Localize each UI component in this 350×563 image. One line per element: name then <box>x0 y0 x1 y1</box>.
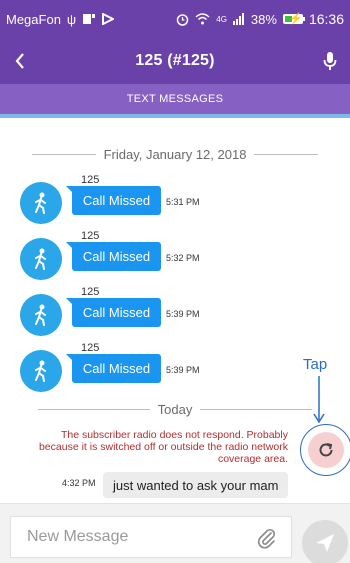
paperclip-icon <box>258 528 276 549</box>
carrier-name: MegaFon <box>6 11 61 27</box>
message-bubble[interactable]: Call Missed <box>66 242 161 271</box>
alarm-icon <box>177 13 189 26</box>
chevron-left-icon <box>15 53 24 69</box>
status-bar: MegaFon ψ 4G 38% ⚡ 16:36 <box>0 0 350 38</box>
message-time: 5:32 PM <box>166 253 200 263</box>
message-row: 125 Call Missed 5:39 PM <box>20 342 350 392</box>
message-time: 5:39 PM <box>166 309 200 319</box>
send-icon <box>316 534 334 552</box>
battery-icon: ⚡ <box>282 13 305 25</box>
walking-person-icon <box>35 192 46 214</box>
avatar[interactable] <box>20 182 62 224</box>
tap-annotation-label: Tap <box>303 356 328 373</box>
send-button[interactable] <box>302 520 348 563</box>
clock-time: 16:36 <box>308 11 344 27</box>
status-left: MegaFon ψ <box>6 11 115 27</box>
message-time: 5:31 PM <box>166 197 200 207</box>
message-bubble[interactable]: Call Missed <box>66 354 161 383</box>
message-input-container[interactable] <box>10 516 292 558</box>
outgoing-message-bubble[interactable]: just wanted to ask your mam <box>103 472 289 498</box>
microphone-icon <box>323 52 337 70</box>
date-separator-label: Friday, January 12, 2018 <box>103 147 247 162</box>
message-row: 125 Call Missed 5:31 PM <box>20 174 350 224</box>
signal-icon <box>232 13 244 25</box>
message-bubble[interactable]: Call Missed <box>66 186 161 215</box>
sender-name: 125 <box>81 286 100 298</box>
chat-area[interactable]: Friday, January 12, 2018 125 Call Missed… <box>0 118 350 503</box>
tab-text-messages[interactable]: TEXT MESSAGES <box>127 93 224 105</box>
avatar[interactable] <box>20 238 62 280</box>
conversation-title: 125 (#125) <box>135 52 215 69</box>
sender-name: 125 <box>81 342 100 354</box>
network-type: 4G <box>216 14 227 24</box>
sender-name: 125 <box>81 230 100 242</box>
today-separator-label: Today <box>157 402 193 417</box>
app-header: 125 (#125) <box>0 38 350 84</box>
voice-input-button[interactable] <box>310 38 350 84</box>
outgoing-message-time: 4:32 PM <box>62 478 96 488</box>
battery-percent: 38% <box>250 11 277 27</box>
wifi-icon <box>195 13 210 25</box>
avatar[interactable] <box>20 294 62 336</box>
message-bubble[interactable]: Call Missed <box>66 298 161 327</box>
date-separator: Friday, January 12, 2018 <box>0 147 350 162</box>
usb-icon: ψ <box>66 11 77 27</box>
message-row: 125 Call Missed 5:39 PM <box>20 286 350 336</box>
refresh-icon <box>319 443 333 457</box>
sender-name: 125 <box>81 174 100 186</box>
walking-person-icon <box>35 360 46 382</box>
retry-highlight <box>300 424 350 476</box>
message-time: 5:39 PM <box>166 365 200 375</box>
tab-bar: TEXT MESSAGES <box>0 84 350 118</box>
delivery-error-message: The subscriber radio does not respond. P… <box>38 429 288 465</box>
message-input[interactable] <box>11 528 241 546</box>
status-right: 4G 38% ⚡ 16:36 <box>176 11 344 27</box>
attach-button[interactable] <box>257 527 277 554</box>
walking-person-icon <box>35 304 46 326</box>
message-row: 125 Call Missed 5:32 PM <box>20 230 350 280</box>
back-button[interactable] <box>0 38 40 84</box>
retry-button[interactable] <box>308 432 344 468</box>
notification-app-icon <box>83 14 96 24</box>
flag-icon <box>102 13 115 25</box>
avatar[interactable] <box>20 350 62 392</box>
walking-person-icon <box>35 248 46 270</box>
today-separator: Today <box>0 402 350 417</box>
composer <box>0 503 350 563</box>
